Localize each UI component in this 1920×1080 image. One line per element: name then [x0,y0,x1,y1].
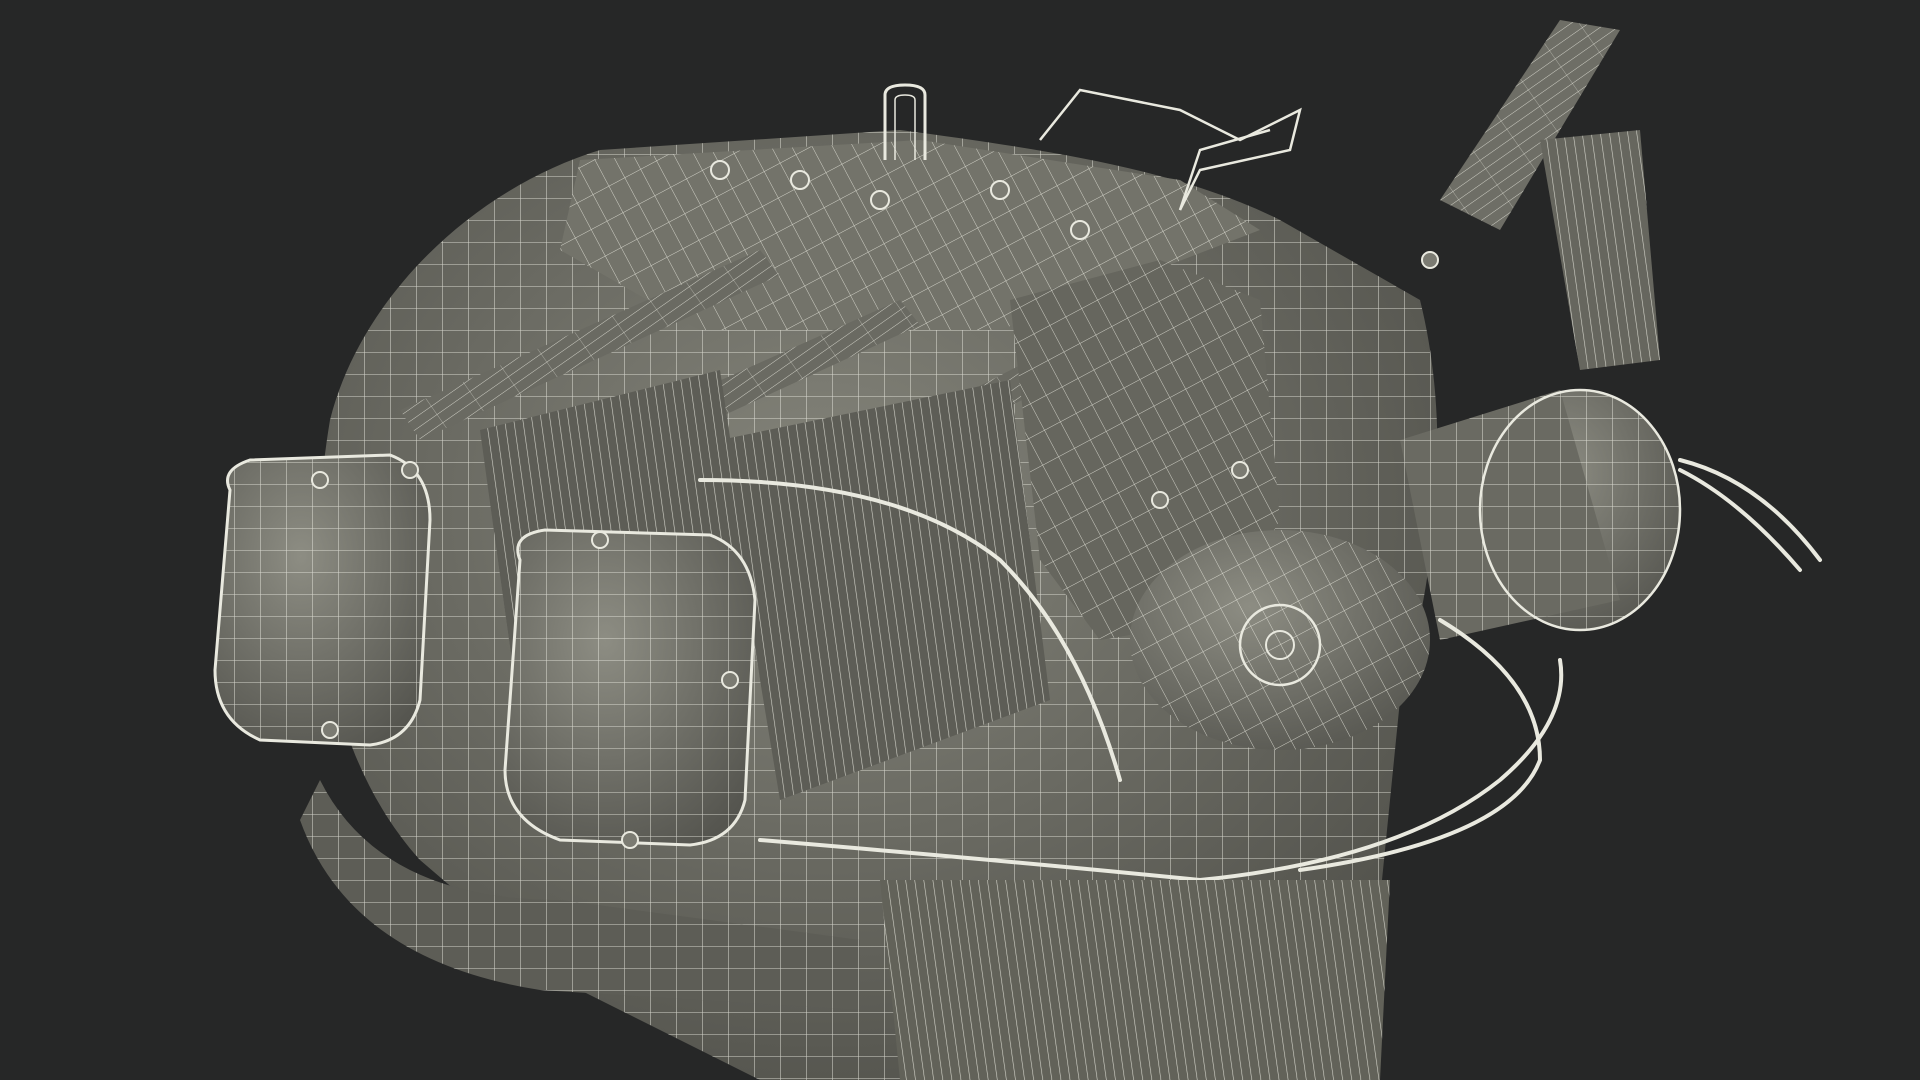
alternator [1400,388,1682,640]
rocker-cover-left [213,453,432,747]
magneto [1130,530,1430,750]
render-viewport [0,0,1920,1080]
oil-sump [880,880,1390,1080]
rocker-cover-front [503,528,757,847]
wireframe-engine-icon [213,20,1822,1080]
oil-cooler [1540,130,1660,370]
